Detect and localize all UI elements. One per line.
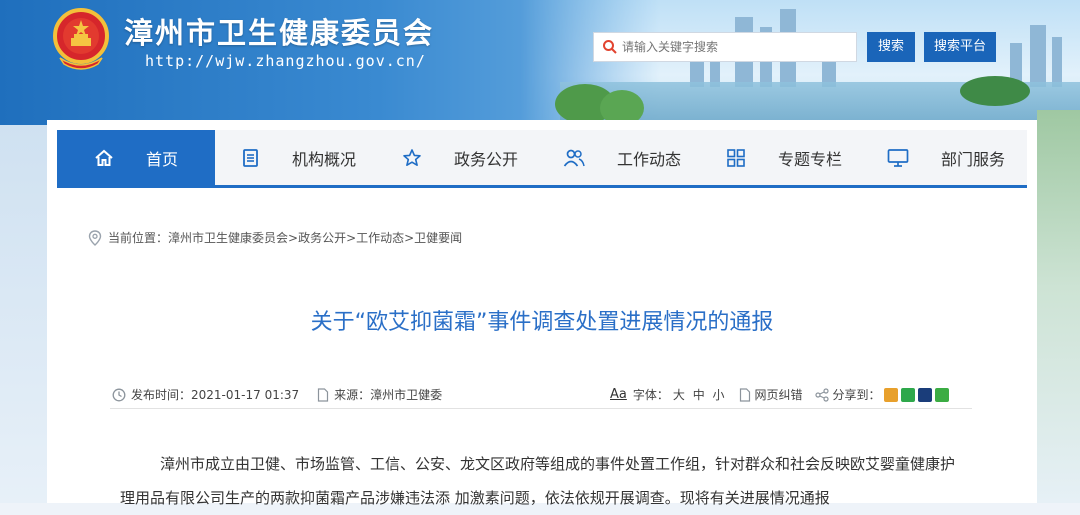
search-box [593,32,857,62]
article-title: 关于“欧艾抑菌霜”事件调查处置进展情况的通报 [310,310,774,335]
clock-icon [112,388,126,401]
nav-item-public-affairs[interactable]: 政务公开 [381,130,539,185]
nav-label: 首页 [145,149,178,169]
source-value: 漳州市卫健委 [370,388,443,402]
site-url[interactable]: http://wjw.zhangzhou.gov.cn/ [145,52,426,70]
font-label: 字体： [632,388,669,402]
publish-time: 2021-01-17 01:37 [191,387,300,402]
font-aa-icon: Aa [610,387,627,402]
main-nav: 首页 机构概况 政务公开 工作动态 专题专栏 部门服务 [57,130,1027,188]
header-banner: 漳州市卫生健康委员会 http://wjw.zhangzhou.gov.cn/ … [0,0,1080,125]
article-meta: 发布时间： 2021-01-17 01:37 来源： 漳州市卫健委 [112,386,442,403]
location-pin-icon [88,229,102,246]
people-icon [563,149,585,167]
nav-item-services[interactable]: 部门服务 [867,130,1025,185]
source-label: 来源： [334,388,371,402]
building [1030,25,1046,87]
font-size-switcher[interactable]: 大 中 小 [673,386,727,403]
site-title: 漳州市卫生健康委员会 [124,16,435,50]
nav-item-work-news[interactable]: 工作动态 [543,130,701,185]
search-button[interactable]: 搜索 [867,32,915,62]
tree [960,76,1030,106]
breadcrumb: 当前位置： 漳州市卫生健康委员会>政务公开>工作动态>卫健要闻 [88,229,462,246]
search-input[interactable] [622,33,852,61]
article-tools: Aa 字体： 大 中 小 网页纠错 分享到： [610,386,949,403]
document-list-icon [243,148,258,167]
building [1052,37,1062,87]
share-label: 分享到： [832,388,881,402]
nav-label: 机构概况 [291,149,356,169]
breadcrumb-prefix: 当前位置： [108,231,169,245]
right-background [1037,110,1080,503]
nav-item-organization[interactable]: 机构概况 [219,130,377,185]
article-body: 漳州市成立由卫健、市场监管、工信、公安、龙文区政府等组成的事件处置工作组，针对群… [120,455,956,507]
search-icon [603,40,617,54]
nav-label: 工作动态 [616,149,681,169]
star-icon [403,148,421,166]
share-icon [814,387,829,402]
meta-divider [110,408,972,409]
national-emblem-icon [53,8,109,70]
wechat-share-icon[interactable] [900,387,915,402]
home-icon [95,149,113,166]
document-icon [318,387,329,402]
left-background [0,125,47,503]
nav-item-special-topics[interactable]: 专题专栏 [705,130,863,185]
nav-item-home[interactable]: 首页 [57,130,215,185]
nav-label: 专题专栏 [777,149,842,169]
nav-label: 政务公开 [453,149,518,169]
search-platform-button[interactable]: 搜索平台 [924,32,996,62]
breadcrumb-path[interactable]: 漳州市卫生健康委员会>政务公开>工作动态>卫健要闻 [168,229,462,246]
qq-share-icon[interactable] [917,387,932,402]
monitor-icon [887,148,909,167]
page-icon [739,387,750,402]
error-report-link[interactable]: 网页纠错 [755,386,803,403]
publish-label: 发布时间： [131,388,192,402]
douban-share-icon[interactable] [934,387,949,402]
nav-label: 部门服务 [940,149,1005,169]
weibo-share-icon[interactable] [883,387,898,402]
grid-icon [727,148,745,167]
